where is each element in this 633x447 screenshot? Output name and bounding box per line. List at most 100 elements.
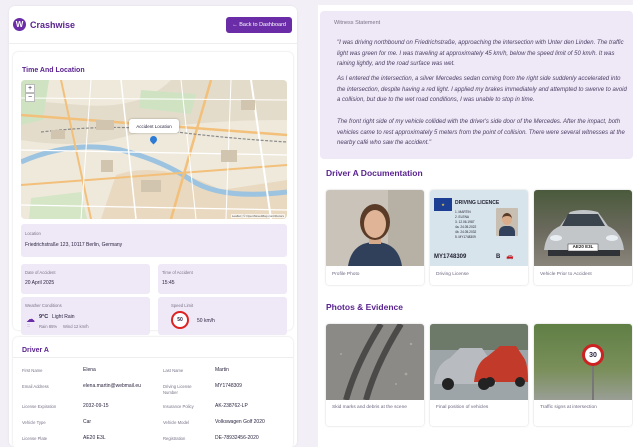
profile-photo-card[interactable]: Profile Photo bbox=[326, 190, 424, 285]
field-value: Martin bbox=[215, 367, 229, 373]
field-value: AK-238762-LP bbox=[215, 403, 248, 409]
weather-temp: 9°C bbox=[39, 314, 49, 320]
field-label: Driving License Number bbox=[163, 384, 192, 395]
table-row: License Plate AE20 E3L Registration DE-7893… bbox=[13, 435, 293, 447]
weather-desc: Light Rain bbox=[52, 314, 75, 320]
time-label: Time of Accident bbox=[162, 270, 193, 275]
witness-paragraph-3: The front right side of my vehicle colli… bbox=[337, 119, 625, 146]
speed-sign-icon: 30 bbox=[582, 344, 604, 366]
field-value: MY1748309 bbox=[215, 383, 242, 389]
back-to-dashboard-button[interactable]: ← Back to Dashboard bbox=[226, 16, 292, 33]
traffic-signs-caption: Traffic signs at intersection bbox=[540, 405, 597, 410]
final-position-image bbox=[430, 324, 528, 400]
witness-paragraph-2: As I entered the intersection, a silver … bbox=[337, 76, 627, 103]
vehicle-prior-image: AE20 E3L bbox=[534, 190, 632, 266]
date-label: Date of Accident bbox=[25, 270, 56, 275]
witness-statement-box: Witness Statement "I was driving northbo… bbox=[320, 11, 633, 159]
licence-line: 5. MY1748309 bbox=[455, 235, 476, 239]
weather-label: Weather Conditions bbox=[25, 303, 62, 308]
app-root: W Crashwise ← Back to Dashboard Time And… bbox=[0, 0, 633, 447]
map-popup: Accident Location bbox=[129, 119, 179, 133]
skid-marks-caption: Skid marks and debris at the scene bbox=[332, 405, 407, 410]
divider bbox=[13, 357, 293, 358]
speed-limit-sign-icon: 50 bbox=[171, 311, 189, 329]
field-label: First Name bbox=[22, 368, 43, 373]
licence-fields: 1. MARTIN 2. ELENA 3. 12.06.1987 4a. 24.… bbox=[455, 210, 476, 240]
licence-number: MY1748309 bbox=[434, 254, 467, 260]
driver-a-title: Driver A bbox=[22, 347, 49, 354]
zoom-in-button[interactable]: + bbox=[25, 84, 35, 93]
driving-license-caption: Driving License bbox=[436, 272, 469, 277]
logo[interactable]: W Crashwise bbox=[13, 18, 75, 31]
speed-box: Speed Limit 50 50 km/h bbox=[158, 297, 287, 335]
header: W Crashwise ← Back to Dashboard bbox=[9, 6, 297, 44]
date-value: 20 April 2025 bbox=[25, 280, 55, 286]
location-box: Location Friedrichstraße 123, 10117 Berl… bbox=[21, 224, 287, 257]
skid-marks-image bbox=[326, 324, 424, 400]
field-label: Vehicle Type bbox=[22, 420, 46, 425]
field-value: Elena bbox=[83, 367, 96, 373]
final-position-caption: Final position of vehicles bbox=[436, 405, 489, 410]
speed-sign-text: 50 bbox=[177, 317, 183, 323]
profile-photo-caption: Profile Photo bbox=[332, 272, 360, 277]
field-value: Volkswagen Golf 2020 bbox=[215, 419, 265, 425]
zoom-out-button[interactable]: − bbox=[25, 93, 35, 102]
field-label: Vehicle Model bbox=[163, 420, 190, 425]
app-name: Crashwise bbox=[30, 19, 76, 30]
field-label: License Expiration bbox=[22, 404, 57, 409]
field-label: Email Address bbox=[22, 384, 49, 389]
right-panel: Witness Statement "I was driving northbo… bbox=[318, 5, 633, 447]
final-position-card[interactable]: Final position of vehicles bbox=[430, 324, 528, 426]
traffic-signs-card[interactable]: 30 Traffic signs at intersection bbox=[534, 324, 632, 426]
profile-photo-image bbox=[326, 190, 424, 266]
field-value: elena.martin@webmail.eu bbox=[83, 383, 141, 389]
evidence-title: Photos & Evidence bbox=[326, 302, 403, 312]
licence-heading: DRIVING LICENCE bbox=[455, 200, 500, 206]
time-box: Time of Accident 15:45 bbox=[158, 264, 287, 294]
witness-paragraph-1: "I was driving northbound on Friedrichst… bbox=[337, 40, 624, 67]
driver-a-docs-title: Driver A Documentation bbox=[326, 168, 423, 178]
map-popup-text: Accident Location bbox=[136, 123, 172, 129]
vehicle-prior-caption: Vehicle Prior to Accident bbox=[540, 272, 592, 277]
map-credit: Leaflet | © OpenStreetMap contributors bbox=[230, 214, 285, 218]
location-label: Location bbox=[25, 231, 41, 236]
eu-flag-icon: ★ bbox=[434, 198, 452, 211]
speed-label: Speed Limit bbox=[171, 303, 194, 308]
evidence-sign-text: 30 bbox=[589, 351, 597, 359]
table-row: Email Address elena.martin@webmail.eu Driv… bbox=[13, 383, 293, 398]
driving-license-card[interactable]: ★ DRIVING LICENCE 1. MARTIN 2. ELENA 3. … bbox=[430, 190, 528, 285]
left-panel: W Crashwise ← Back to Dashboard Time And… bbox=[9, 6, 297, 447]
field-label: Insurance Policy bbox=[163, 404, 194, 409]
weather-wind: Wind 12 km/h bbox=[63, 324, 89, 329]
table-row: Vehicle Type Car Vehicle Model Volkswagen G… bbox=[13, 419, 293, 434]
date-box: Date of Accident 20 April 2025 bbox=[21, 264, 150, 294]
table-row: First Name Elena Last Name Martin bbox=[13, 367, 293, 382]
licence-photo bbox=[496, 208, 518, 236]
time-location-title: Time And Location bbox=[22, 67, 85, 74]
location-value: Friedrichstraße 123, 10117 Berlin, Germa… bbox=[25, 242, 123, 248]
field-label: License Plate bbox=[22, 436, 48, 441]
accident-map[interactable]: + − Accident Location Leaflet | © OpenSt… bbox=[21, 80, 287, 219]
rain-drops-icon: ⁚⁚⁚ bbox=[27, 324, 31, 328]
witness-label: Witness Statement bbox=[334, 20, 381, 26]
field-value: AE20 E3L bbox=[83, 435, 106, 441]
licence-category: B bbox=[496, 254, 501, 260]
time-value: 15:45 bbox=[162, 280, 175, 286]
driver-a-card: Driver A First Name Elena Last Name Martin E… bbox=[13, 337, 293, 447]
speed-value: 50 km/h bbox=[197, 318, 215, 324]
weather-rain: Rain 85% bbox=[39, 324, 58, 329]
car-icon: 🚗 bbox=[506, 254, 514, 260]
weather-box: Weather Conditions ☁ ⁚⁚⁚ 9°C Light Rain … bbox=[21, 297, 150, 335]
field-value: Car bbox=[83, 419, 92, 425]
traffic-signs-image: 30 bbox=[534, 324, 632, 400]
driving-license-image: ★ DRIVING LICENCE 1. MARTIN 2. ELENA 3. … bbox=[430, 190, 528, 266]
field-label: Registration bbox=[163, 436, 186, 441]
vehicle-prior-card[interactable]: AE20 E3L Vehicle Prior to Accident bbox=[534, 190, 632, 285]
field-value: 2032-09-15 bbox=[83, 403, 109, 409]
crashwise-logo-icon: W bbox=[13, 18, 26, 31]
vehicle-plate: AE20 E3L bbox=[572, 244, 594, 249]
field-value: DE-78932456-2020 bbox=[215, 435, 259, 441]
field-label: Last Name bbox=[163, 368, 184, 373]
table-row: License Expiration 2032-09-15 Insurance Po… bbox=[13, 403, 293, 418]
skid-marks-card[interactable]: Skid marks and debris at the scene bbox=[326, 324, 424, 426]
